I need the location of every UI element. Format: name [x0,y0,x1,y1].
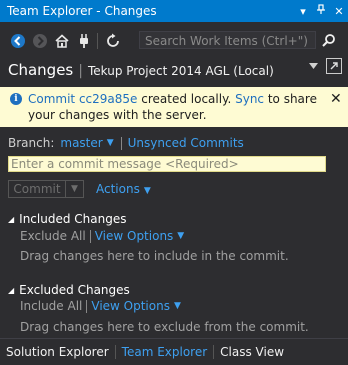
info-text-created: created locally. [137,92,236,106]
pin-icon [317,4,325,14]
external-link-icon [330,62,338,70]
info-close-button[interactable]: ✕ [330,91,342,107]
branch-label: Branch: [8,136,55,150]
window-title: Team Explorer - Changes [7,4,157,18]
branch-row: Branch: master ▼ Unsynced Commits [8,136,244,150]
branch-selector[interactable]: master [60,136,102,150]
refresh-button[interactable] [103,31,123,51]
expand-triangle-icon[interactable]: ◢ [8,215,14,224]
header-actions [309,58,342,74]
tab-team-explorer[interactable]: Team Explorer [116,343,214,361]
expand-triangle-icon[interactable]: ◢ [8,286,14,295]
connect-icon [80,34,88,48]
page-header: Changes | Tekup Project 2014 AGL (Local) [8,61,274,81]
close-button[interactable]: ✕ [330,5,348,18]
back-button[interactable] [8,31,28,51]
window-dropdown-button[interactable]: ▾ [294,5,312,18]
chevron-down-icon[interactable]: ▼ [107,138,114,148]
divider [89,229,91,243]
header-separator: | [78,63,83,79]
undock-button[interactable] [326,58,342,74]
window-titlebar: Team Explorer - Changes ▾ ✕ [0,0,348,22]
actions-label: Actions [96,182,140,196]
info-bar: i Commit cc29a85e created locally. Sync … [0,87,348,127]
home-icon [55,34,69,48]
chevron-down-icon: ▼ [143,186,151,196]
included-changes-hint: Drag changes here to include in the comm… [20,249,289,263]
chevron-down-icon[interactable]: ▼ [174,301,181,311]
info-message: Commit cc29a85e created locally. Sync to… [28,91,328,123]
tab-solution-explorer[interactable]: Solution Explorer [0,343,115,361]
forward-button[interactable] [30,31,50,51]
bottom-tab-strip: Solution Explorer Team Explorer Class Vi… [0,338,348,365]
excluded-changes-links: Include All View Options ▼ [20,299,181,313]
pin-button[interactable] [312,4,330,18]
info-icon: i [10,93,22,105]
include-all-link[interactable]: Include All [20,299,82,313]
chevron-down-icon [309,62,318,69]
included-view-options-link[interactable]: View Options [95,229,174,243]
included-changes-links: Exclude All View Options ▼ [20,229,184,243]
excluded-changes-hint: Drag changes here to exclude from the co… [20,320,309,334]
commit-dropdown-button[interactable]: ▼ [66,180,84,198]
header-dropdown-button[interactable] [309,61,318,72]
home-button[interactable] [52,31,72,51]
excluded-changes-header[interactable]: ◢ Excluded Changes [8,283,130,297]
refresh-icon [107,33,119,47]
tab-class-view[interactable]: Class View [214,343,290,361]
included-changes-header[interactable]: ◢ Included Changes [8,212,126,226]
excluded-changes-title: Excluded Changes [19,283,130,297]
connect-button[interactable] [74,31,94,51]
commit-link[interactable]: Commit cc29a85e [28,92,137,106]
toolbar-separator [97,33,98,49]
page-title: Changes [8,61,74,79]
search-icon [322,34,335,47]
actions-menu[interactable]: Actions ▼ [96,182,151,196]
unsynced-commits-link[interactable]: Unsynced Commits [128,136,244,150]
search-work-items-input[interactable]: Search Work Items (Ctrl+") [139,31,316,49]
exclude-all-link[interactable]: Exclude All [20,229,86,243]
commit-button[interactable]: Commit [8,180,66,198]
divider [86,299,88,313]
commit-message-input[interactable]: Enter a commit message <Required> [8,156,326,172]
chevron-down-icon[interactable]: ▼ [177,231,184,241]
included-changes-title: Included Changes [19,212,127,226]
divider [120,136,122,150]
back-icon [11,34,25,48]
excluded-view-options-link[interactable]: View Options [91,299,170,313]
search-button[interactable] [320,32,338,50]
project-name: Tekup Project 2014 AGL (Local) [87,64,274,78]
forward-icon [33,34,47,48]
sync-link[interactable]: Sync [235,92,264,106]
